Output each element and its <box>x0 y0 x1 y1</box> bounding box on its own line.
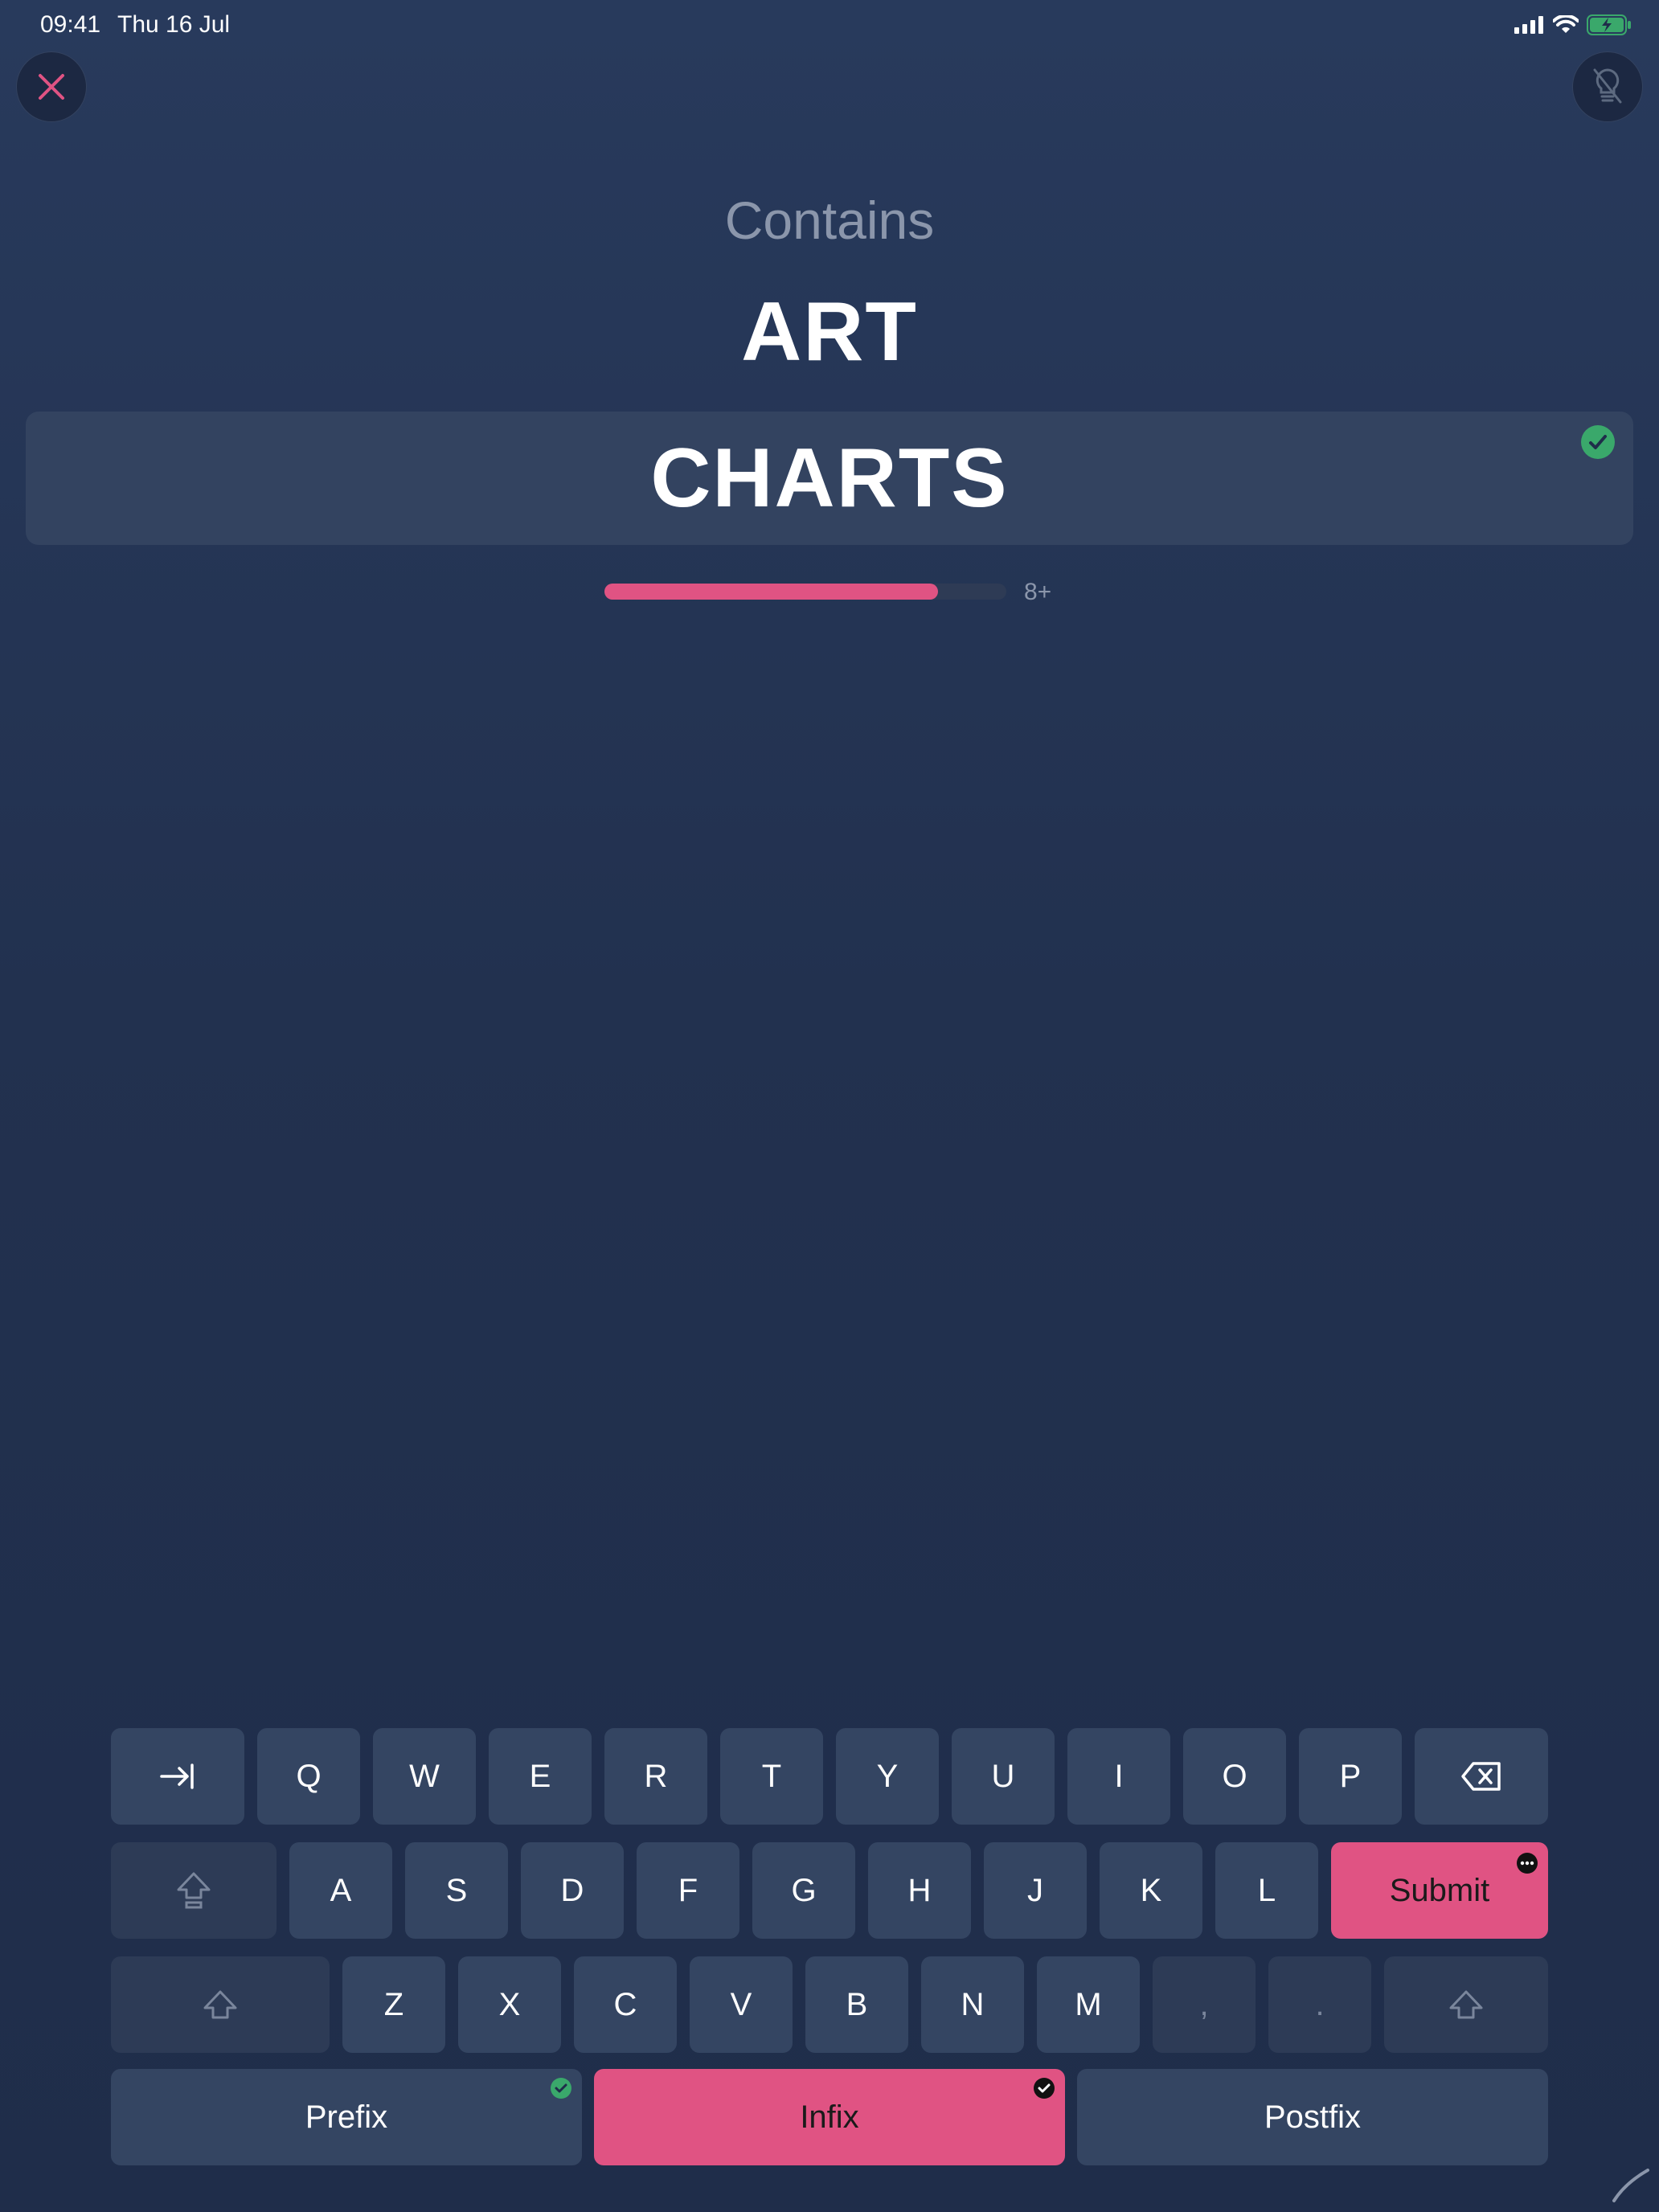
backspace-key[interactable] <box>1415 1728 1548 1825</box>
key-q[interactable]: Q <box>257 1728 360 1825</box>
cellular-signal-icon <box>1514 16 1543 34</box>
check-circle-icon <box>551 2078 571 2099</box>
key-v[interactable]: V <box>690 1956 793 2053</box>
key-u[interactable]: U <box>952 1728 1055 1825</box>
key-t[interactable]: T <box>720 1728 823 1825</box>
answer-field[interactable]: CHARTS <box>26 412 1633 545</box>
battery-charging-icon <box>1587 14 1631 35</box>
status-icons <box>1514 14 1632 35</box>
submit-label: Submit <box>1389 1872 1490 1908</box>
tab-key[interactable] <box>111 1728 244 1825</box>
progress-bar <box>604 584 1006 600</box>
key-k[interactable]: K <box>1100 1842 1202 1939</box>
key-b[interactable]: B <box>805 1956 908 2053</box>
check-circle-icon <box>1034 2078 1055 2099</box>
key-j[interactable]: J <box>984 1842 1087 1939</box>
mode-prefix-label: Prefix <box>305 2099 388 2135</box>
key-l[interactable]: L <box>1215 1842 1318 1939</box>
resize-grip-icon[interactable] <box>1609 2162 1651 2204</box>
ellipsis-icon <box>1517 1853 1538 1874</box>
progress-fill <box>604 584 938 600</box>
close-icon <box>39 74 64 100</box>
caps-lock-key[interactable] <box>111 1842 276 1939</box>
key-period[interactable]: . <box>1268 1956 1371 2053</box>
close-button[interactable] <box>16 51 87 122</box>
status-time: 09:41 <box>40 11 101 38</box>
hint-button[interactable] <box>1572 51 1643 122</box>
key-r[interactable]: R <box>604 1728 707 1825</box>
key-m[interactable]: M <box>1037 1956 1140 2053</box>
key-a[interactable]: A <box>289 1842 392 1939</box>
shift-icon <box>1449 1990 1483 2019</box>
wifi-icon <box>1553 15 1579 33</box>
key-comma[interactable]: , <box>1153 1956 1256 2053</box>
key-x[interactable]: X <box>458 1956 561 2053</box>
shift-icon <box>203 1990 237 2019</box>
prompt-value: ART <box>741 285 918 379</box>
caps-lock-icon <box>177 1872 211 1909</box>
mode-postfix-label: Postfix <box>1264 2099 1362 2135</box>
key-g[interactable]: G <box>752 1842 855 1939</box>
answer-text: CHARTS <box>650 432 1009 525</box>
key-d[interactable]: D <box>521 1842 624 1939</box>
key-o[interactable]: O <box>1183 1728 1286 1825</box>
key-y[interactable]: Y <box>836 1728 939 1825</box>
mode-infix-button[interactable]: Infix <box>594 2069 1065 2165</box>
key-h[interactable]: H <box>868 1842 971 1939</box>
key-s[interactable]: S <box>405 1842 508 1939</box>
mode-prefix-button[interactable]: Prefix <box>111 2069 582 2165</box>
key-n[interactable]: N <box>921 1956 1024 2053</box>
key-f[interactable]: F <box>637 1842 739 1939</box>
status-date: Thu 16 Jul <box>117 11 231 38</box>
key-z[interactable]: Z <box>342 1956 445 2053</box>
status-bar: 09:41 Thu 16 Jul <box>0 0 1659 51</box>
check-circle-icon <box>1581 425 1615 459</box>
key-w[interactable]: W <box>373 1728 476 1825</box>
submit-button[interactable]: Submit <box>1331 1842 1548 1939</box>
shift-key-left[interactable] <box>111 1956 330 2053</box>
mode-postfix-button[interactable]: Postfix <box>1077 2069 1548 2165</box>
key-i[interactable]: I <box>1067 1728 1170 1825</box>
key-e[interactable]: E <box>489 1728 592 1825</box>
tab-arrow-icon <box>160 1763 194 1789</box>
mode-infix-label: Infix <box>800 2099 859 2135</box>
lightbulb-off-icon <box>1593 68 1622 104</box>
shift-key-right[interactable] <box>1384 1956 1548 2053</box>
prompt-label: Contains <box>724 190 935 250</box>
key-p[interactable]: P <box>1299 1728 1402 1825</box>
key-c[interactable]: C <box>574 1956 677 2053</box>
backspace-icon <box>1461 1762 1501 1791</box>
progress-label: 8+ <box>1024 579 1052 605</box>
